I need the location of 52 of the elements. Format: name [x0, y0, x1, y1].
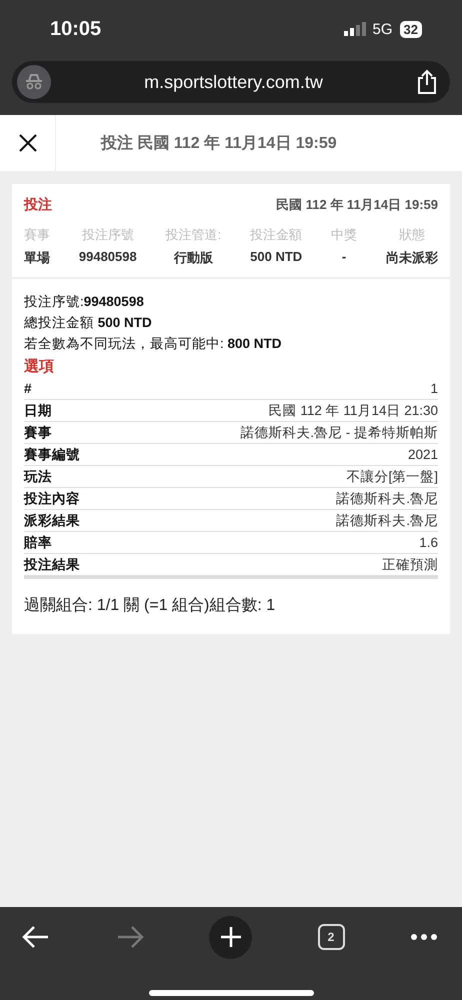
more-button[interactable] — [410, 933, 438, 941]
column-value: - — [342, 249, 346, 264]
row-label: 投注結果 — [24, 556, 80, 574]
row-value: 2021 — [408, 447, 438, 462]
close-icon[interactable] — [18, 133, 38, 153]
incognito-icon[interactable] — [17, 65, 51, 99]
info-line: 總投注金額 500 NTD — [24, 314, 153, 332]
page-title: 投注 民國 112 年 11月14日 19:59 — [100, 133, 337, 154]
row-label: 投注內容 — [24, 490, 80, 508]
clock: 10:05 — [50, 18, 102, 40]
section-title: 選項 — [24, 357, 55, 376]
new-tab-button[interactable] — [209, 916, 252, 958]
column-header: 狀態 — [398, 226, 425, 244]
row-label: 派彩結果 — [24, 512, 80, 530]
column-header: 投注管道: — [166, 226, 222, 244]
bet-date: 民國 112 年 11月14日 19:59 — [276, 196, 438, 214]
info-line: 若全數為不同玩法，最高可能中: 800 NTD — [24, 335, 283, 353]
column-value: 單場 — [24, 249, 50, 267]
row-value: 諾德斯科夫.魯尼 — [336, 512, 438, 530]
row-value: 1.6 — [419, 535, 438, 550]
row-label: 玩法 — [24, 468, 52, 486]
column-value: 尚未派彩 — [386, 249, 438, 267]
row-label: 賽事 — [24, 424, 52, 442]
info-line: 投注序號:99480598 — [24, 293, 145, 311]
network-label: 5G — [372, 20, 393, 38]
column-value: 行動版 — [174, 249, 213, 267]
column-header: 賽事 — [24, 226, 50, 244]
url-text: m.sportslottery.com.tw — [143, 72, 324, 92]
row-label: 賽事編號 — [24, 446, 80, 464]
battery-level: 32 — [400, 20, 422, 38]
column-header: 中獎 — [331, 226, 358, 244]
row-label: # — [24, 381, 32, 396]
row-label: 日期 — [24, 402, 52, 420]
row-value: 諾德斯科夫.魯尼 - 提希特斯帕斯 — [240, 424, 438, 442]
row-value: 1 — [430, 381, 438, 396]
row-value: 民國 112 年 11月14日 21:30 — [268, 402, 438, 420]
row-label: 賠率 — [24, 534, 52, 552]
row-value: 諾德斯科夫.魯尼 — [336, 490, 438, 508]
row-value: 正確預測 — [382, 556, 438, 574]
back-button[interactable] — [22, 925, 50, 949]
combination-text: 過關組合: 1/1 關 (=1 組合)組合數: 1 — [24, 596, 276, 616]
tab-count-button[interactable]: 2 — [318, 924, 344, 950]
column-value: 500 NTD — [250, 249, 302, 264]
plus-icon — [220, 926, 242, 948]
share-icon[interactable] — [416, 69, 438, 95]
column-value: 99480598 — [78, 249, 137, 264]
signal-icon — [344, 22, 366, 36]
section-label: 投注 — [24, 196, 52, 214]
row-value: 不讓分[第一盤] — [346, 468, 438, 486]
column-header: 投注金額 — [250, 226, 302, 244]
address-bar[interactable]: m.sportslottery.com.tw — [12, 61, 450, 103]
column-header: 投注序號 — [82, 226, 134, 244]
